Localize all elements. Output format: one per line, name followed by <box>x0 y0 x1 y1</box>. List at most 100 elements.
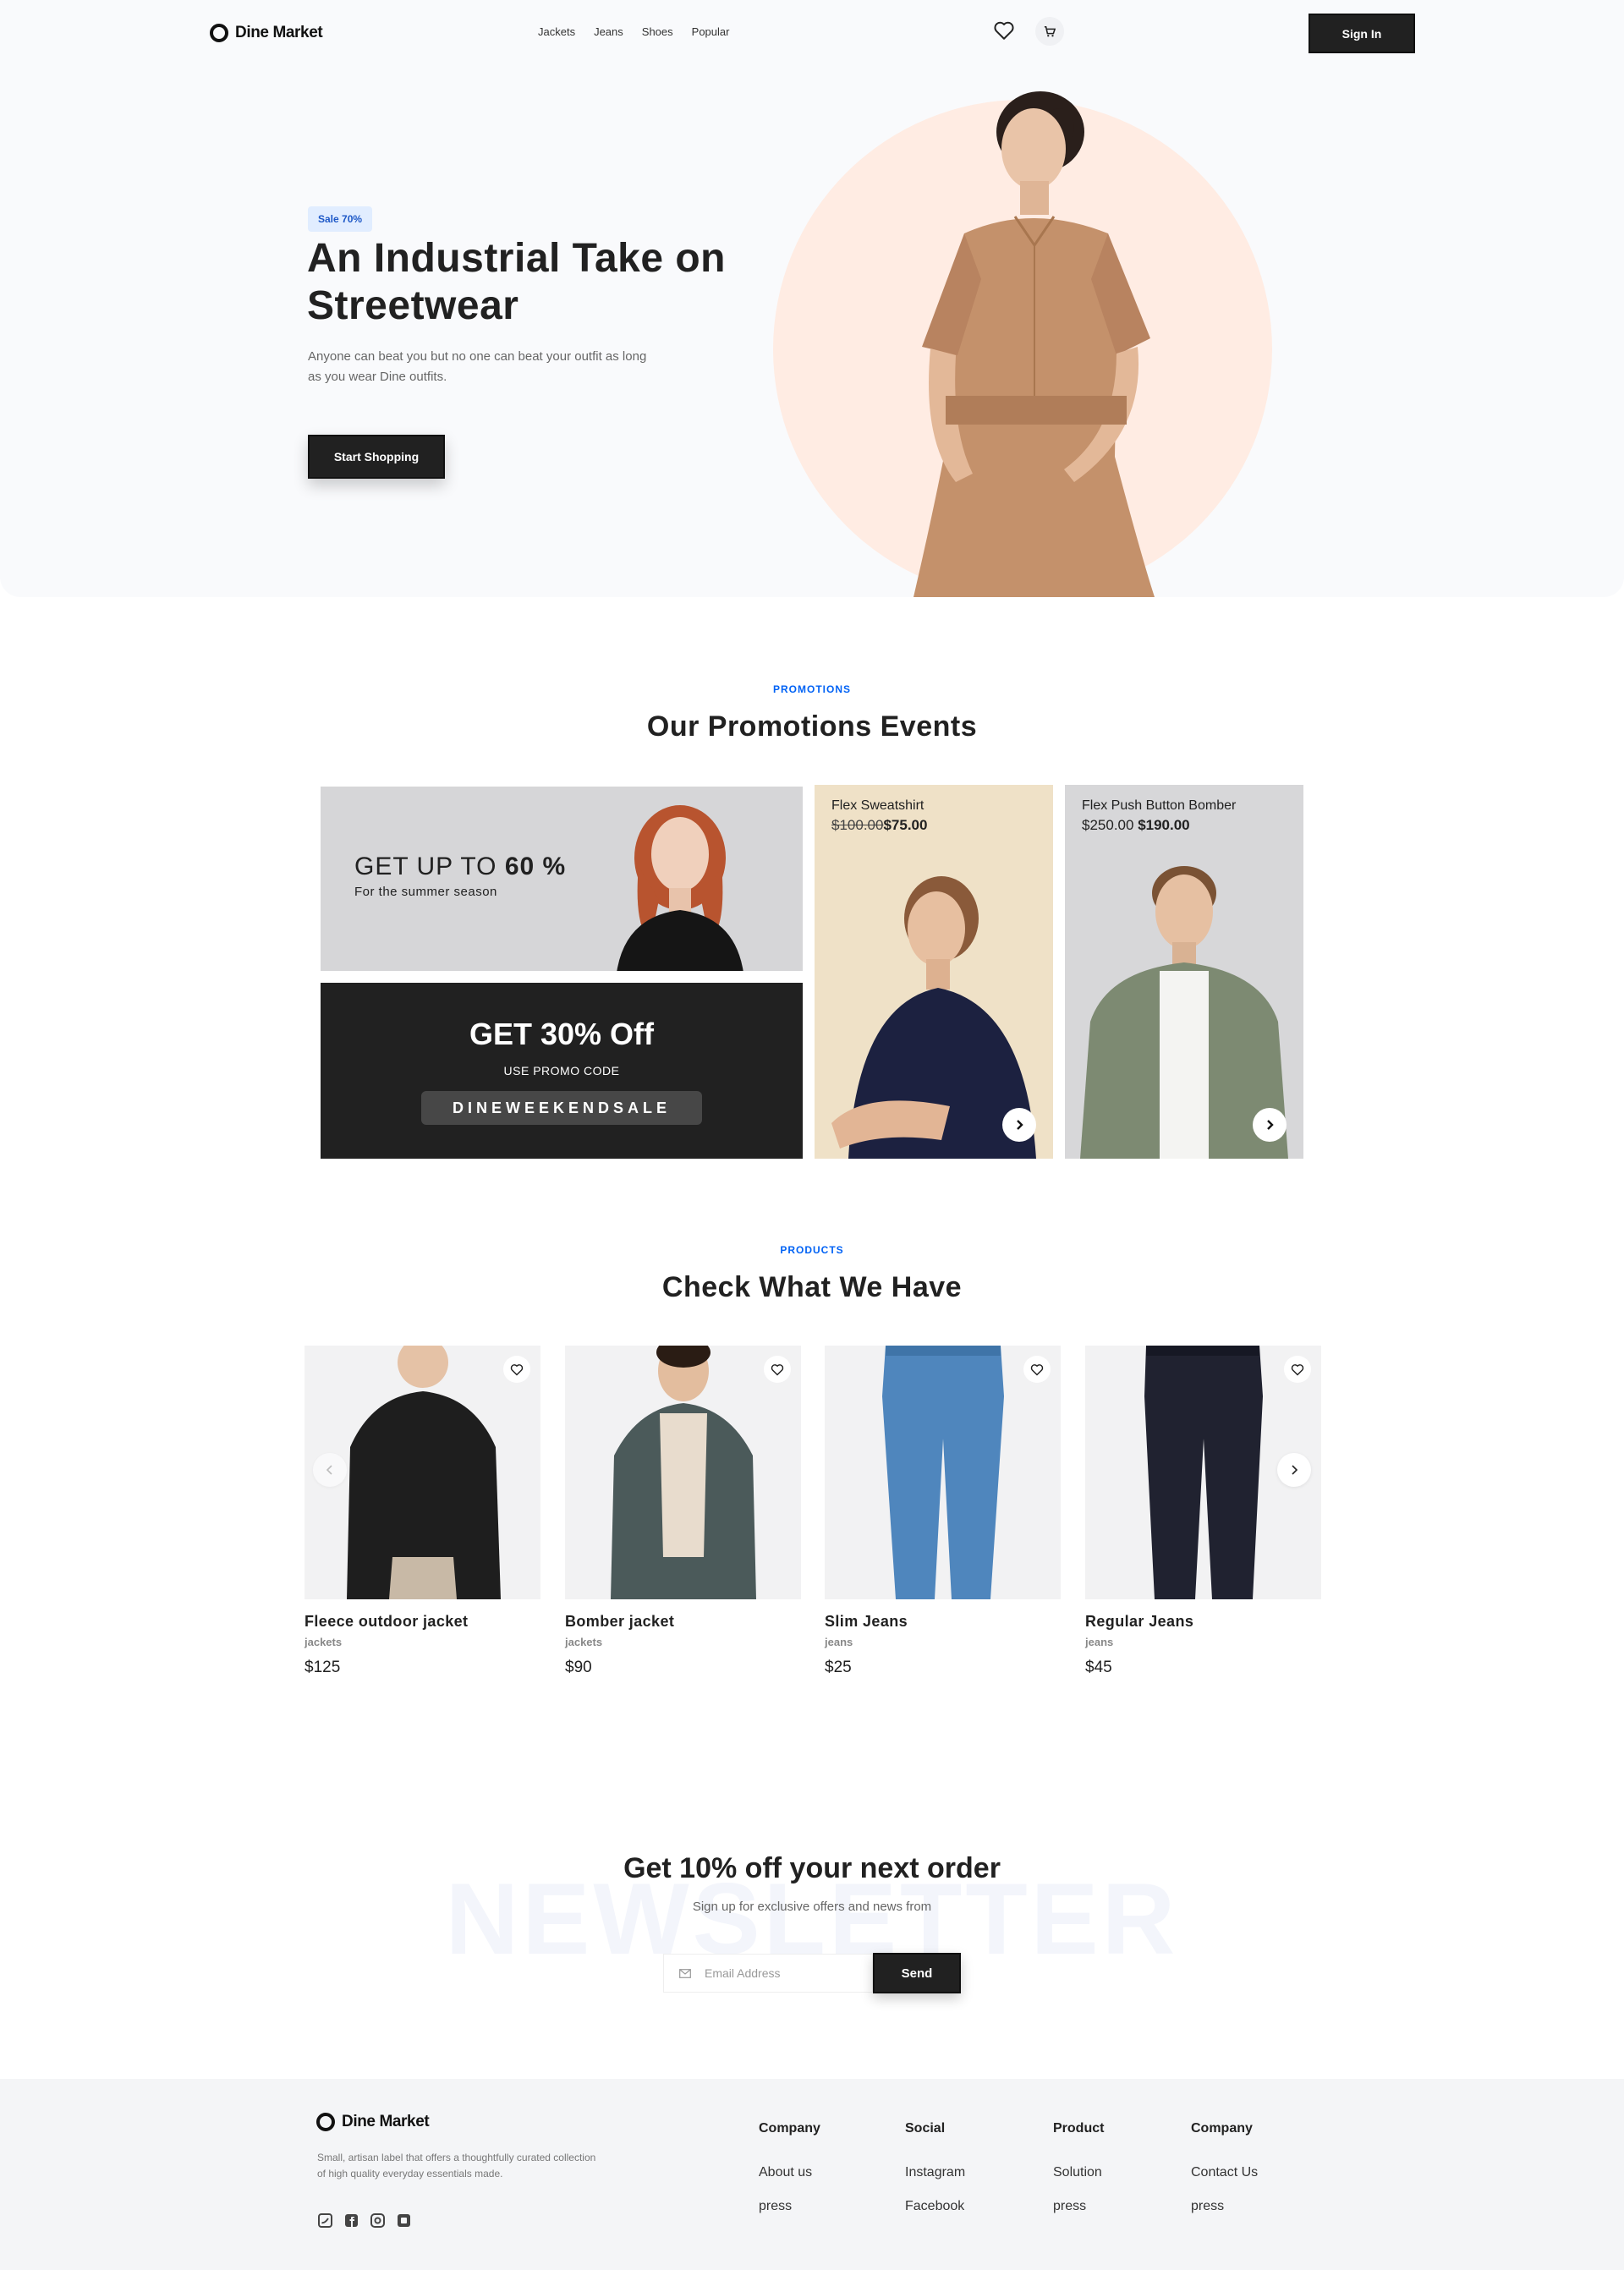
instagram-icon[interactable] <box>370 2212 386 2229</box>
email-field[interactable]: Email Address <box>663 1954 873 1993</box>
footer-column-heading: Company <box>1191 2121 1253 2136</box>
footer-link[interactable]: press <box>1191 2199 1258 2214</box>
promo-card-prices: $250.00 $190.00 <box>1082 817 1190 834</box>
footer-column-social: Social Instagram Facebook <box>905 2121 965 2214</box>
footer-column-product: Product Solution press <box>1053 2121 1104 2214</box>
chevron-right-icon <box>1292 1465 1298 1475</box>
footer-description: Small, artisan label that offers a thoug… <box>317 2152 596 2180</box>
product-category: jeans <box>1085 1636 1114 1648</box>
mail-icon <box>679 1968 691 1978</box>
logo-ring-icon <box>210 24 228 42</box>
footer-column-heading: Social <box>905 2121 946 2136</box>
wishlist-heart-icon[interactable] <box>993 20 1015 41</box>
cart-button[interactable] <box>1035 17 1064 46</box>
product-card[interactable]: Bomber jacket jackets $90 <box>565 1346 801 1677</box>
new-price: $75.00 <box>883 817 928 833</box>
products-tag: PRODUCTS <box>780 1244 844 1256</box>
hero-subtitle: Anyone can beat you but no one can beat … <box>308 349 647 384</box>
chevron-right-icon <box>1267 1120 1274 1130</box>
promo-code-value[interactable]: DINEWEEKENDSALE <box>421 1091 702 1125</box>
product-name[interactable]: Bomber jacket <box>565 1613 801 1631</box>
nav-link-popular[interactable]: Popular <box>692 25 730 38</box>
wishlist-button[interactable] <box>503 1356 530 1383</box>
product-card[interactable]: Slim Jeans jeans $25 <box>825 1346 1061 1677</box>
footer-link[interactable]: About us <box>759 2165 820 2180</box>
footer-social-links <box>317 2212 412 2229</box>
main-nav: Jackets Jeans Shoes Popular <box>538 25 729 38</box>
old-price: $250.00 <box>1082 817 1134 833</box>
product-name[interactable]: Slim Jeans <box>825 1613 1061 1631</box>
product-category: jackets <box>565 1636 603 1648</box>
product-price: $25 <box>825 1659 852 1676</box>
promo-code-title: GET 30% Off <box>469 1017 655 1051</box>
promo-banner-code[interactable]: GET 30% Off USE PROMO CODE DINEWEEKENDSA… <box>321 983 803 1159</box>
footer-brand-logo[interactable]: Dine Market <box>316 2113 430 2131</box>
footer-column-company-2: Company Contact Us press <box>1191 2121 1258 2214</box>
promo-card-next-button[interactable] <box>1253 1108 1287 1142</box>
product-card[interactable]: Fleece outdoor jacket jackets $125 <box>304 1346 540 1677</box>
old-price: $100.00 <box>831 817 884 833</box>
products-title: Check What We Have <box>661 1271 963 1303</box>
footer-link[interactable]: Facebook <box>905 2199 965 2214</box>
promo-summer-prefix: GET UP TO <box>354 853 505 880</box>
promo-card-next-button[interactable] <box>1002 1108 1036 1142</box>
footer-column-company: Company About us press <box>759 2121 820 2214</box>
send-button[interactable]: Send <box>873 1953 961 1993</box>
chevron-right-icon <box>1017 1120 1023 1130</box>
promo-card-sweatshirt[interactable]: Flex Sweatshirt $100.00$75.00 <box>815 785 1053 1159</box>
product-price: $45 <box>1085 1659 1112 1676</box>
slim-jeans-image <box>882 1346 1004 1599</box>
product-category: jackets <box>304 1636 343 1648</box>
product-name[interactable]: Regular Jeans <box>1085 1613 1321 1631</box>
footer-link[interactable]: Instagram <box>905 2165 965 2180</box>
heart-icon <box>1291 1363 1304 1376</box>
twitter-icon[interactable] <box>317 2212 333 2229</box>
promo-summer-subtitle: For the summer season <box>354 885 497 899</box>
hero-section <box>0 0 1624 597</box>
product-image <box>825 1346 1061 1599</box>
facebook-icon[interactable] <box>343 2212 359 2229</box>
footer-link[interactable]: press <box>1053 2199 1104 2214</box>
footer-link[interactable]: Contact Us <box>1191 2165 1258 2180</box>
brand-name: Dine Market <box>235 24 323 41</box>
hero-title: An Industrial Take on Streetwear <box>307 236 726 328</box>
footer-column-heading: Product <box>1053 2121 1105 2136</box>
cart-icon <box>1044 25 1056 37</box>
promo-summer-headline: GET UP TO 60 % <box>354 853 566 881</box>
logo-ring-icon <box>316 2113 335 2131</box>
product-image <box>565 1346 801 1599</box>
product-name[interactable]: Fleece outdoor jacket <box>304 1613 540 1631</box>
footer-link[interactable]: press <box>759 2199 820 2214</box>
linkedin-icon[interactable] <box>396 2212 412 2229</box>
sale-badge: Sale 70% <box>308 206 373 232</box>
promo-card-name: Flex Push Button Bomber <box>1082 798 1237 813</box>
heart-icon <box>1030 1363 1044 1376</box>
promo-card-name: Flex Sweatshirt <box>831 798 924 813</box>
nav-link-shoes[interactable]: Shoes <box>642 25 673 38</box>
promo-summer-model-image <box>617 805 743 971</box>
sign-in-button[interactable]: Sign In <box>1309 14 1415 53</box>
promotions-title: Our Promotions Events <box>646 710 978 743</box>
carousel-prev-button[interactable] <box>313 1453 347 1487</box>
footer-column-heading: Company <box>759 2121 820 2136</box>
promo-card-prices: $100.00$75.00 <box>831 817 927 834</box>
footer-link[interactable]: Solution <box>1053 2165 1104 2180</box>
promo-summer-percent: 60 % <box>504 853 567 880</box>
newsletter-title: Get 10% off your next order <box>623 1852 1001 1884</box>
wishlist-button[interactable] <box>1023 1356 1051 1383</box>
start-shopping-button[interactable]: Start Shopping <box>308 435 445 479</box>
carousel-next-button[interactable] <box>1277 1453 1311 1487</box>
bomber-jacket-image <box>611 1346 756 1599</box>
promo-card-bomber[interactable]: Flex Push Button Bomber $250.00 $190.00 <box>1065 785 1303 1159</box>
product-price: $125 <box>304 1659 341 1676</box>
brand-logo[interactable]: Dine Market <box>210 24 323 42</box>
wishlist-button[interactable] <box>764 1356 791 1383</box>
brand-name: Dine Market <box>342 2113 430 2130</box>
promo-banner-summer[interactable]: GET UP TO 60 % For the summer season <box>321 787 803 971</box>
product-category: jeans <box>825 1636 853 1648</box>
nav-link-jeans[interactable]: Jeans <box>594 25 623 38</box>
wishlist-button[interactable] <box>1284 1356 1311 1383</box>
product-card[interactable]: Regular Jeans jeans $45 <box>1085 1346 1321 1677</box>
nav-link-jackets[interactable]: Jackets <box>538 25 575 38</box>
promo-code-label: USE PROMO CODE <box>503 1064 620 1077</box>
